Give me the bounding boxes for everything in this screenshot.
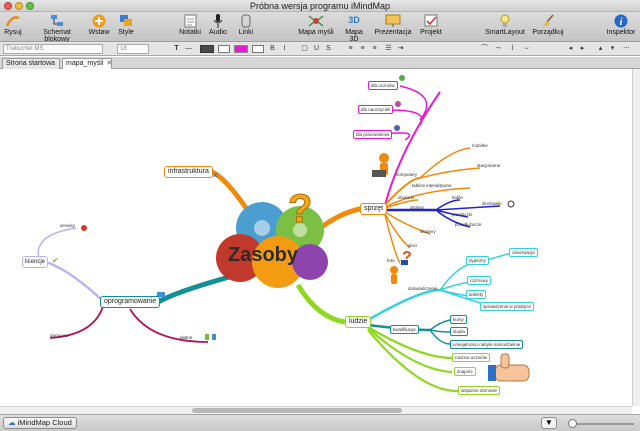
cloud-icon: ☁ [8, 418, 16, 427]
label-skanery[interactable]: skanery [420, 229, 436, 234]
label-sluchawki[interactable]: słuchawki [482, 201, 502, 206]
label-tablice[interactable]: tablice interaktywne [412, 183, 452, 188]
filter-icon: ▼ [545, 418, 553, 427]
teachers-icon [395, 101, 401, 107]
branch-ludzie [295, 283, 346, 325]
tools-icon: ✕ [212, 171, 219, 180]
node-licencje[interactable]: licencje [22, 256, 49, 268]
students-icon [399, 75, 405, 81]
branch-studia [429, 329, 451, 333]
check-icon: ✔ [52, 256, 59, 265]
cloud-button-label: iMindMap Cloud [17, 418, 72, 427]
label-stacjonarne[interactable]: stacjonarne [477, 163, 500, 168]
horizontal-scrollbar[interactable] [0, 406, 632, 414]
node-dla-nauczycieli[interactable]: dla nauczycieli [358, 105, 394, 114]
branch-sprzet [316, 205, 366, 232]
branch-foto [384, 214, 401, 264]
node-studia[interactable]: studia [450, 327, 469, 336]
question-mark-icon: ? [288, 187, 313, 232]
filter-button[interactable]: ▼ [541, 417, 557, 429]
node-rodzice[interactable]: rodzice uczniów [452, 353, 491, 362]
node-infrastruktura[interactable]: infrastruktura [164, 166, 213, 178]
node-dla-pracownikow[interactable]: dla pracowników [353, 130, 393, 139]
person-question-icon: ? [390, 249, 412, 284]
zoom-slider-knob[interactable] [568, 419, 577, 428]
zoom-slider[interactable] [574, 423, 634, 425]
camera-icon [401, 260, 408, 265]
svg-text:?: ? [288, 187, 312, 231]
node-obserwacja[interactable]: obserwacja [509, 248, 538, 257]
node-znajomi[interactable]: znajomi [454, 367, 476, 376]
label-mobilne[interactable]: mobilne [472, 143, 488, 148]
label-serwisy[interactable]: serwisy [60, 223, 75, 228]
person-laptop-icon [372, 153, 389, 177]
workers-icon [394, 125, 400, 131]
label-platne[interactable]: płatne [180, 335, 192, 340]
node-sprzet[interactable]: sprzęt [360, 203, 388, 215]
alert-icon [81, 225, 87, 231]
branch-lines: ? ? ✕ ✔ [37, 75, 530, 393]
label-przelaczki[interactable]: przełączki [452, 212, 472, 217]
branch-kursy [429, 319, 451, 331]
branch-licencje [45, 260, 105, 303]
node-kwalifikacje[interactable]: kwalifikacje [390, 325, 419, 334]
vertical-scrollbar[interactable] [632, 69, 640, 406]
label-komputery[interactable]: komputery [396, 172, 417, 177]
central-topic[interactable]: Zasoby [228, 244, 298, 267]
node-sprawdzenie[interactable]: sprawdzenie w praktyce [480, 302, 535, 311]
branch-pink-trunk [384, 91, 441, 206]
label-kable[interactable]: kable [452, 195, 463, 200]
node-umiejetnosci[interactable]: umiejętności nabyte samodzielnie [450, 340, 524, 349]
branch-dla-uczniow [399, 85, 428, 121]
label-darmowe[interactable]: darmowe [50, 333, 69, 338]
price-icon [205, 334, 209, 340]
node-oprogramowanie[interactable]: oprogramowanie [100, 296, 161, 308]
branch-sluchawki [435, 205, 501, 211]
node-rozmowy[interactable]: rozmowy [467, 276, 492, 285]
imindmap-cloud-button[interactable]: ☁ iMindMap Cloud [3, 417, 77, 429]
label-doswiadczenie[interactable]: doświadczenie [408, 286, 438, 291]
status-bar: ☁ iMindMap Cloud ▼ [0, 414, 640, 431]
node-kursy[interactable]: kursy [450, 315, 467, 324]
branch-platne [129, 308, 209, 343]
node-dyplomy[interactable]: dyplomy [466, 256, 489, 265]
thumbs-up-icon [488, 353, 530, 382]
node-ankiety[interactable]: ankiety [466, 290, 487, 299]
label-przedluzacze[interactable]: przedłużacze [455, 222, 482, 227]
branch-doswiadczenie [367, 288, 441, 322]
node-ludzie[interactable]: ludzie [345, 316, 372, 328]
horizontal-scroll-thumb[interactable] [192, 408, 402, 413]
branch-dla-nauczycieli [389, 109, 423, 126]
node-dla-uczniow[interactable]: dla uczniów [368, 81, 398, 90]
headphones-icon [507, 200, 515, 208]
branch-mobilne [419, 147, 471, 179]
price2-icon [212, 334, 216, 340]
label-foto[interactable]: foto [387, 258, 395, 263]
label-sieci[interactable]: sieci [408, 243, 417, 248]
label-drobny[interactable]: drobny [410, 205, 424, 210]
label-drukarki[interactable]: drukarki [398, 195, 414, 200]
node-wsparcie[interactable]: wsparcie domowe [458, 386, 501, 395]
